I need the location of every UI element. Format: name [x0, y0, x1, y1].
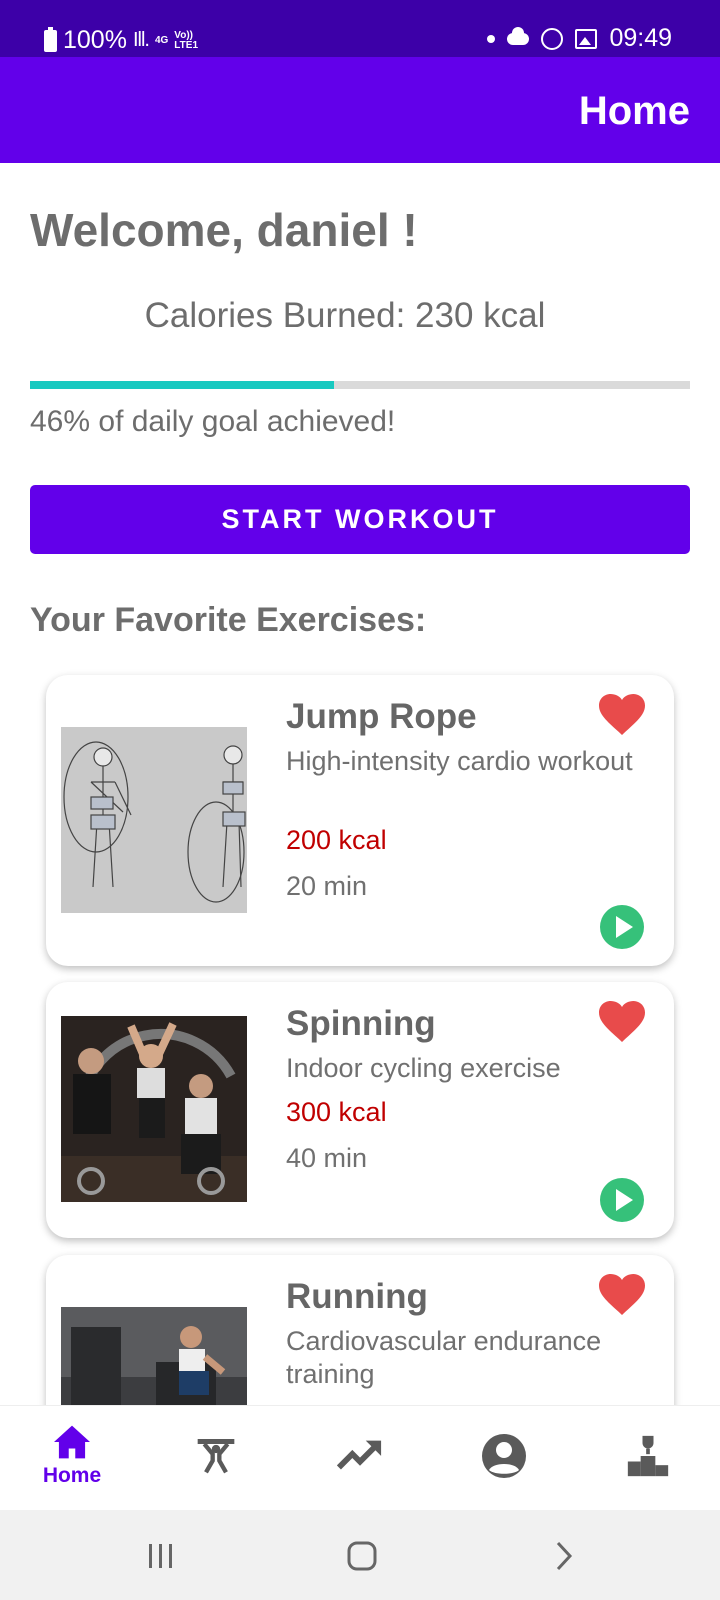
- recent-apps-icon: [149, 1544, 172, 1568]
- calories-burned-text: Calories Burned: 230 kcal: [144, 296, 546, 335]
- play-icon[interactable]: [600, 1178, 644, 1222]
- battery-percent: 100%: [63, 26, 127, 54]
- exercise-name: Jump Rope: [286, 697, 477, 736]
- volte-indicator: Vo)) LTE1: [174, 29, 199, 51]
- home-square-icon: [347, 1541, 377, 1571]
- recent-apps-button[interactable]: [137, 1532, 185, 1580]
- exercise-name: Running: [286, 1277, 428, 1316]
- play-icon[interactable]: [600, 905, 644, 949]
- heart-icon[interactable]: [598, 693, 646, 737]
- status-right: 09:49: [487, 24, 672, 53]
- spinning-image: [61, 1016, 247, 1202]
- gallery-icon: [575, 28, 598, 49]
- exercise-card-spinning[interactable]: Spinning Indoor cycling exercise 300 kca…: [46, 982, 674, 1238]
- clock: 09:49: [609, 24, 672, 52]
- exercise-description: High-intensity cardio workout: [286, 746, 633, 776]
- nav-item-home[interactable]: Home: [0, 1406, 144, 1511]
- system-navigation-bar: [0, 1510, 720, 1600]
- bottom-navigation: Home: [0, 1405, 720, 1510]
- start-workout-button[interactable]: START WORKOUT: [30, 485, 690, 554]
- daily-goal-progress-bar: [30, 381, 690, 389]
- trending-up-icon: [337, 1440, 382, 1470]
- app-bar-title: Home: [578, 89, 690, 133]
- weightlifting-icon: [197, 1439, 235, 1474]
- exercise-calories: 300 kcal: [286, 1097, 387, 1127]
- status-left: 100% Ill. 4G Vo)) LTE1: [44, 26, 204, 55]
- exercise-calories: 200 kcal: [286, 825, 387, 855]
- exercise-description: Cardiovascular endurance training: [286, 1326, 602, 1389]
- home-system-button[interactable]: [338, 1532, 386, 1580]
- nav-item-profile[interactable]: [432, 1406, 576, 1511]
- app-bar: Home: [0, 57, 720, 163]
- status-bar: 100% Ill. 4G Vo)) LTE1 09:49: [0, 0, 720, 57]
- network-indicator: 4G: [154, 34, 169, 46]
- whatsapp-icon: [541, 27, 564, 50]
- nav-item-progress[interactable]: [288, 1406, 432, 1511]
- exercise-name: Spinning: [286, 1004, 436, 1043]
- nav-item-leaderboard[interactable]: [576, 1406, 720, 1511]
- exercise-duration: 40 min: [286, 1143, 368, 1173]
- progress-fill: [30, 381, 334, 389]
- home-icon: [54, 1425, 90, 1459]
- account-circle-icon: [482, 1434, 526, 1478]
- nav-item-workouts[interactable]: [144, 1406, 288, 1511]
- favorites-section-title: Your Favorite Exercises:: [30, 601, 427, 639]
- cloud-icon: [507, 26, 530, 45]
- battery-icon: [44, 26, 57, 52]
- podium-trophy-icon: [627, 1435, 669, 1477]
- exercise-card-jump-rope[interactable]: Jump Rope High-intensity cardio workout …: [46, 675, 674, 966]
- heart-icon[interactable]: [598, 1273, 646, 1317]
- nav-label-home: Home: [42, 1464, 102, 1487]
- back-button[interactable]: [540, 1532, 588, 1580]
- goal-progress-text: 46% of daily goal achieved!: [30, 405, 396, 438]
- exercise-duration: 20 min: [286, 871, 368, 901]
- welcome-heading: Welcome, daniel !: [30, 204, 418, 256]
- chevron-right-icon: [556, 1541, 573, 1571]
- heart-icon[interactable]: [598, 1000, 646, 1044]
- exercise-description: Indoor cycling exercise: [286, 1053, 561, 1083]
- notification-dot-icon: [487, 34, 496, 43]
- jump-rope-image: [61, 727, 247, 913]
- signal-icon: Ill.: [132, 29, 150, 51]
